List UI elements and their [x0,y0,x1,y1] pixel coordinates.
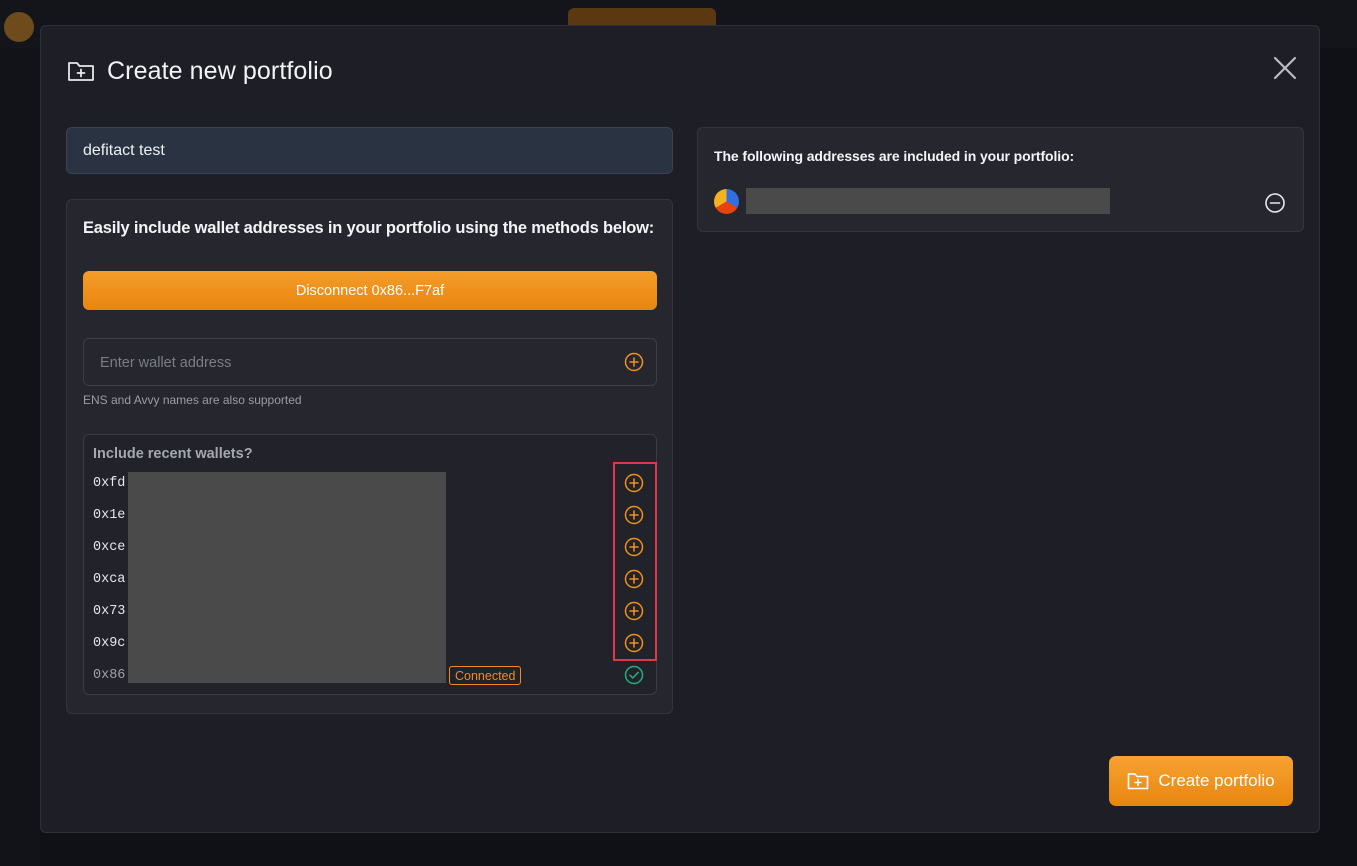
folder-plus-icon [67,59,95,83]
included-addresses-title: The following addresses are included in … [714,148,1075,164]
background-sidebar [0,48,40,866]
add-wallet-plus-icon[interactable] [624,505,644,525]
wallet-address: 0x1e [93,507,126,523]
check-circle-icon [624,665,644,685]
modal-title: Create new portfolio [107,56,333,85]
included-addresses-panel: The following addresses are included in … [697,127,1304,232]
add-wallets-panel: Easily include wallet addresses in your … [66,199,673,714]
minus-circle-icon[interactable] [1264,192,1286,214]
wallet-address: 0x9c [93,635,126,651]
create-portfolio-label: Create portfolio [1158,771,1275,790]
close-icon[interactable] [1272,55,1298,81]
folder-plus-icon [1127,771,1149,791]
wallet-address: 0x86 [93,667,126,683]
wallet-address-field [83,338,657,386]
methods-instructions: Easily include wallet addresses in your … [83,219,655,237]
wallet-address: 0xca [93,571,126,587]
portfolio-name-input[interactable]: defitact test [66,127,673,174]
add-wallet-plus-icon[interactable] [624,633,644,653]
wallet-address: 0x73 [93,603,126,619]
create-portfolio-modal: Create new portfolio defitact test Easil… [40,25,1320,833]
recent-wallets-title: Include recent wallets? [93,446,253,462]
redacted-included-address [746,188,1110,214]
connected-badge: Connected [449,666,522,685]
add-wallet-plus-icon[interactable] [624,537,644,557]
wallet-address: 0xce [93,539,126,555]
modal-header: Create new portfolio [67,56,333,86]
ens-hint: ENS and Avvy names are also supported [83,393,302,407]
recent-wallets-box: Include recent wallets? 0xfd 0x1e 0xce 0… [83,434,657,695]
add-wallet-plus-icon[interactable] [624,601,644,621]
add-wallet-plus-icon[interactable] [624,473,644,493]
wallet-address-input[interactable] [100,353,600,373]
wallet-avatar [714,189,739,214]
background-logo [4,12,34,42]
redacted-addresses-block [128,472,446,683]
add-address-plus-icon[interactable] [624,352,644,372]
create-portfolio-button[interactable]: Create portfolio [1109,756,1293,806]
wallet-address: 0xfd [93,475,126,491]
disconnect-wallet-button[interactable]: Disconnect 0x86...F7af [83,271,657,310]
add-wallet-plus-icon[interactable] [624,569,644,589]
